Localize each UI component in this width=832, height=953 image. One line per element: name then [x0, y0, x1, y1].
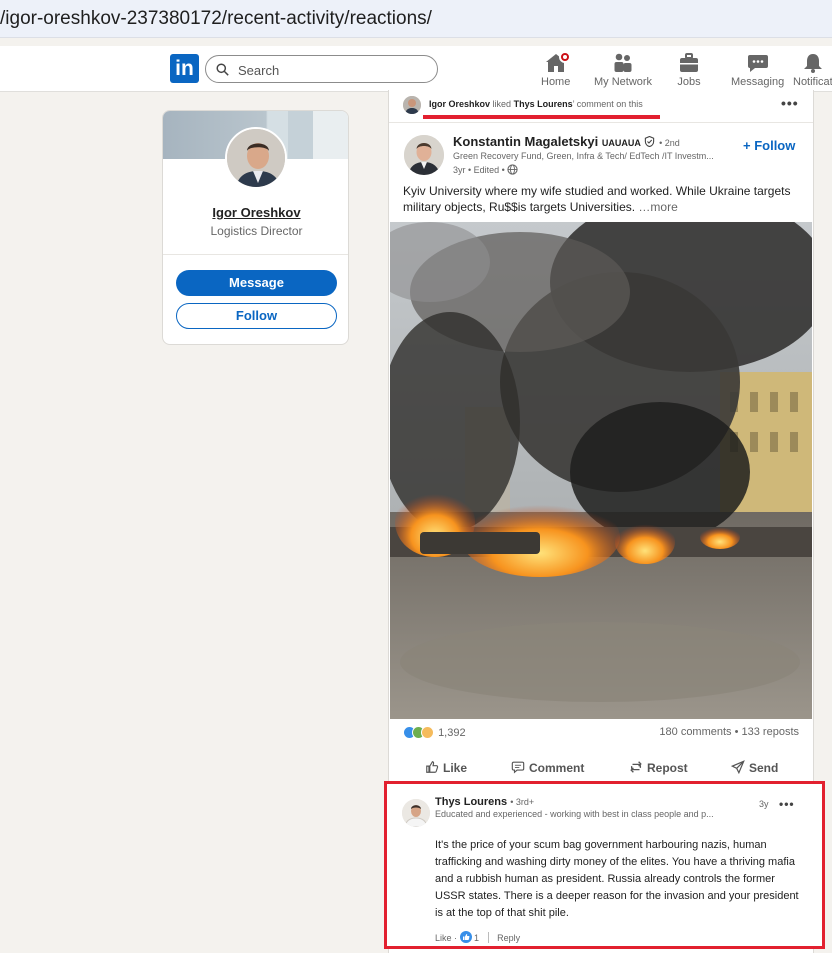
profile-photo[interactable]: [225, 127, 287, 189]
comment-label: Comment: [529, 761, 585, 775]
search-icon: [216, 63, 229, 76]
reaction-summary[interactable]: 1,392: [403, 726, 466, 740]
divider: [163, 254, 348, 255]
person-photo-icon: [227, 129, 285, 187]
repost-icon: [630, 761, 642, 773]
comment-like-count[interactable]: 1: [474, 933, 479, 943]
person-photo-icon: [402, 799, 430, 827]
more-options-icon[interactable]: •••: [781, 95, 799, 111]
like-label: Like: [443, 761, 468, 775]
nav-jobs[interactable]: Jobs: [677, 52, 701, 88]
activity-header: Igor Oreshkov liked Thys Lourens’ commen…: [389, 90, 813, 123]
see-more-link[interactable]: …more: [638, 200, 677, 214]
comment-time: 3y: [759, 799, 769, 809]
bell-icon: [803, 54, 822, 73]
profile-title: Logistics Director: [210, 224, 303, 238]
top-navigation: in Home My Network Jobs Messaging Notifi…: [0, 46, 832, 92]
author-name-text[interactable]: Konstantin Magaletskyi: [453, 134, 598, 149]
post-image[interactable]: [390, 222, 812, 719]
profile-card: Igor Oreshkov Logistics Director Message…: [162, 110, 349, 345]
message-button[interactable]: Message: [176, 270, 337, 296]
send-label: Send: [749, 761, 779, 775]
comment-icon: [511, 761, 525, 774]
commenter-name-text[interactable]: Thys Lourens: [435, 796, 507, 808]
nav-messaging[interactable]: Messaging: [731, 52, 784, 88]
comment-like-button[interactable]: Like: [435, 933, 452, 943]
like-button[interactable]: Like: [425, 760, 467, 775]
nav-my-network[interactable]: My Network: [594, 52, 652, 88]
comment-button[interactable]: Comment: [511, 760, 584, 775]
author-avatar[interactable]: [404, 135, 444, 175]
commenter-headline: Educated and experienced - working with …: [435, 809, 714, 819]
nav-notifications-label: Notificat: [793, 76, 832, 88]
activity-text: Igor Oreshkov liked Thys Lourens’ commen…: [429, 99, 643, 109]
activity-suffix: comment on this: [576, 99, 643, 109]
comment-reply-button[interactable]: Reply: [497, 933, 520, 943]
linkedin-logo-icon[interactable]: in: [170, 54, 199, 83]
repost-label: Repost: [647, 761, 688, 775]
highlighted-comment: Thys Lourens • 3rd+ Educated and experie…: [384, 781, 825, 949]
comments-reposts-count[interactable]: 180 comments • 133 reposts: [659, 726, 799, 738]
thumbs-up-icon: [426, 761, 439, 773]
post-meta: 3yr • Edited •: [453, 164, 518, 175]
highlight-underline: [423, 115, 660, 119]
insightful-reaction-icon: [421, 726, 434, 739]
post-meta-text: 3yr • Edited •: [453, 165, 505, 175]
reaction-count[interactable]: 1,392: [438, 727, 466, 739]
apostrophe: ’: [572, 99, 575, 109]
send-icon: [730, 760, 745, 775]
post-actions: Like Comment Repost Send: [389, 752, 813, 784]
burning-vehicle-photo: [390, 222, 812, 719]
nav-home-label: Home: [541, 76, 571, 88]
url-text[interactable]: /igor-oreshkov-237380172/recent-activity…: [0, 8, 432, 30]
repost-button[interactable]: Repost: [629, 760, 688, 775]
author-flag: UAUAUA: [601, 138, 641, 148]
nav-messaging-label: Messaging: [731, 76, 785, 88]
connection-degree: • 2nd: [659, 138, 680, 148]
post-body: Kyiv University where my wife studied an…: [403, 184, 791, 214]
author-name[interactable]: Konstantin Magaletskyi UAUAUA • 2nd: [453, 134, 680, 149]
person-photo-icon: [404, 135, 444, 175]
comment-text: It's the price of your scum bag governme…: [435, 839, 799, 919]
person-photo-icon: [403, 96, 421, 114]
activity-verb: liked: [492, 99, 512, 109]
browser-address-bar[interactable]: /igor-oreshkov-237380172/recent-activity…: [0, 0, 832, 38]
send-button[interactable]: Send: [730, 760, 779, 775]
post-follow-button[interactable]: + Follow: [743, 138, 795, 153]
profile-name[interactable]: Igor Oreshkov: [163, 205, 348, 220]
nav-my-network-label: My Network: [594, 76, 653, 88]
globe-icon: [507, 164, 518, 175]
activity-target[interactable]: Thys Lourens: [514, 99, 573, 109]
nav-home[interactable]: Home: [541, 51, 571, 88]
reaction-icons: [403, 726, 435, 740]
nav-notifications[interactable]: Notificat: [793, 52, 832, 88]
like-reaction-icon: [459, 931, 472, 943]
notification-badge: [558, 51, 571, 63]
search-box[interactable]: [205, 55, 438, 83]
commenter-degree: • 3rd+: [510, 797, 535, 807]
commenter-name[interactable]: Thys Lourens • 3rd+: [435, 796, 815, 808]
comment-header: Thys Lourens • 3rd+ Educated and experie…: [435, 796, 815, 819]
verified-icon: [645, 135, 655, 148]
activity-actor[interactable]: Igor Oreshkov: [429, 99, 490, 109]
search-input[interactable]: [238, 61, 428, 79]
network-icon: [614, 53, 632, 72]
nav-jobs-label: Jobs: [677, 76, 701, 88]
post-text: Kyiv University where my wife studied an…: [403, 183, 803, 215]
commenter-avatar[interactable]: [402, 799, 430, 827]
actor-avatar[interactable]: [403, 96, 421, 114]
follow-button[interactable]: Follow: [176, 303, 337, 329]
author-headline: Green Recovery Fund, Green, Infra & Tech…: [453, 151, 714, 161]
comment-footer: Like · 1 Reply: [435, 931, 520, 943]
divider: [487, 932, 489, 943]
comment-more-options-icon[interactable]: •••: [779, 797, 795, 811]
messaging-icon: [747, 55, 768, 72]
briefcase-icon: [680, 53, 698, 72]
